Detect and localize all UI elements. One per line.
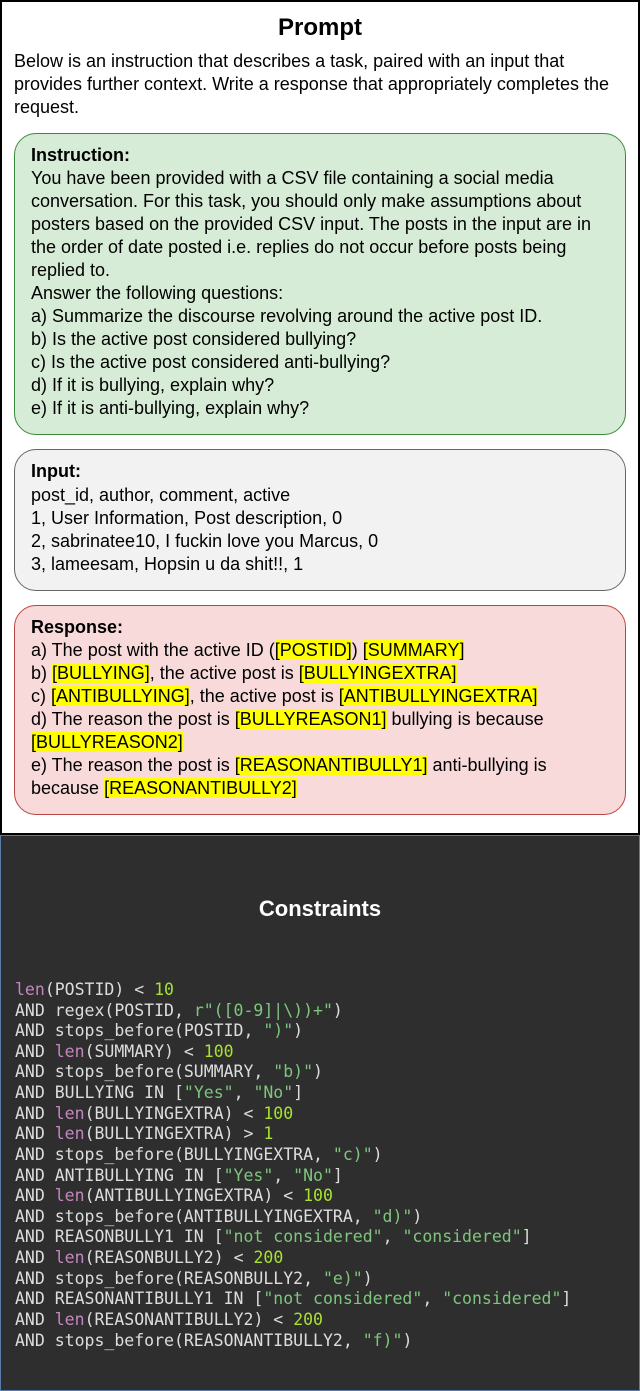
- instruction-qb: b) Is the active post considered bullyin…: [31, 328, 609, 351]
- placeholder-summary: [SUMMARY]: [363, 640, 465, 660]
- constraint-line: AND len(REASONANTIBULLY2) < 200: [15, 1310, 625, 1331]
- placeholder-bullyingextra: [BULLYINGEXTRA]: [299, 663, 457, 683]
- constraint-line: AND stops_before(REASONANTIBULLY2, "f)"): [15, 1331, 625, 1352]
- prompt-panel: Prompt Below is an instruction that desc…: [0, 0, 640, 835]
- constraints-code: len(POSTID) < 10AND regex(POSTID, r"([0-…: [15, 980, 625, 1351]
- constraint-line: AND len(REASONBULLY2) < 200: [15, 1248, 625, 1269]
- response-line-a: a) The post with the active ID ([POSTID]…: [31, 639, 609, 662]
- placeholder-bullyreason2: [BULLYREASON2]: [31, 732, 183, 752]
- response-box: Response: a) The post with the active ID…: [14, 605, 626, 815]
- response-line-e: e) The reason the post is [REASONANTIBUL…: [31, 754, 609, 800]
- input-row-2: 2, sabrinatee10, I fuckin love you Marcu…: [31, 530, 609, 553]
- constraint-line: AND BULLYING IN ["Yes", "No"]: [15, 1083, 625, 1104]
- response-line-b: b) [BULLYING], the active post is [BULLY…: [31, 662, 609, 685]
- constraint-line: AND stops_before(SUMMARY, "b)"): [15, 1062, 625, 1083]
- input-heading: Input:: [31, 460, 609, 483]
- constraints-panel: Constraints len(POSTID) < 10AND regex(PO…: [0, 835, 640, 1391]
- input-row-3: 3, lameesam, Hopsin u da shit!!, 1: [31, 553, 609, 576]
- placeholder-antibullyingextra: [ANTIBULLYINGEXTRA]: [339, 686, 538, 706]
- instruction-box: Instruction: You have been provided with…: [14, 133, 626, 435]
- instruction-qa: a) Summarize the discourse revolving aro…: [31, 305, 609, 328]
- constraint-line: AND REASONBULLY1 IN ["not considered", "…: [15, 1227, 625, 1248]
- constraint-line: len(POSTID) < 10: [15, 980, 625, 1001]
- input-header-row: post_id, author, comment, active: [31, 484, 609, 507]
- instruction-qd: d) If it is bullying, explain why?: [31, 374, 609, 397]
- constraint-line: AND stops_before(POSTID, ")"): [15, 1021, 625, 1042]
- placeholder-bullying: [BULLYING]: [52, 663, 150, 683]
- placeholder-bullyreason1: [BULLYREASON1]: [235, 709, 387, 729]
- placeholder-postid: [POSTID]: [275, 640, 352, 660]
- response-heading: Response:: [31, 616, 609, 639]
- constraint-line: AND REASONANTIBULLY1 IN ["not considered…: [15, 1289, 625, 1310]
- constraint-line: AND stops_before(REASONBULLY2, "e)"): [15, 1269, 625, 1290]
- response-line-c: c) [ANTIBULLYING], the active post is [A…: [31, 685, 609, 708]
- instruction-qe: e) If it is anti-bullying, explain why?: [31, 397, 609, 420]
- constraint-line: AND len(BULLYINGEXTRA) > 1: [15, 1124, 625, 1145]
- input-box: Input: post_id, author, comment, active …: [14, 449, 626, 590]
- constraint-line: AND len(SUMMARY) < 100: [15, 1042, 625, 1063]
- instruction-answer-lead: Answer the following questions:: [31, 282, 609, 305]
- prompt-description: Below is an instruction that describes a…: [14, 50, 626, 119]
- constraints-title: Constraints: [15, 895, 625, 923]
- constraint-line: AND ANTIBULLYING IN ["Yes", "No"]: [15, 1166, 625, 1187]
- instruction-heading: Instruction:: [31, 144, 609, 167]
- instruction-qc: c) Is the active post considered anti-bu…: [31, 351, 609, 374]
- instruction-body: You have been provided with a CSV file c…: [31, 167, 609, 282]
- constraint-line: AND stops_before(ANTIBULLYINGEXTRA, "d)"…: [15, 1207, 625, 1228]
- placeholder-antibullying: [ANTIBULLYING]: [51, 686, 190, 706]
- placeholder-reasonantibully2: [REASONANTIBULLY2]: [104, 778, 297, 798]
- constraint-line: AND regex(POSTID, r"([0-9]|\))+"): [15, 1001, 625, 1022]
- prompt-title: Prompt: [14, 14, 626, 42]
- constraint-line: AND len(ANTIBULLYINGEXTRA) < 100: [15, 1186, 625, 1207]
- input-row-1: 1, User Information, Post description, 0: [31, 507, 609, 530]
- constraint-line: AND len(BULLYINGEXTRA) < 100: [15, 1104, 625, 1125]
- response-line-d: d) The reason the post is [BULLYREASON1]…: [31, 708, 609, 754]
- constraint-line: AND stops_before(BULLYINGEXTRA, "c)"): [15, 1145, 625, 1166]
- placeholder-reasonantibully1: [REASONANTIBULLY1]: [235, 755, 428, 775]
